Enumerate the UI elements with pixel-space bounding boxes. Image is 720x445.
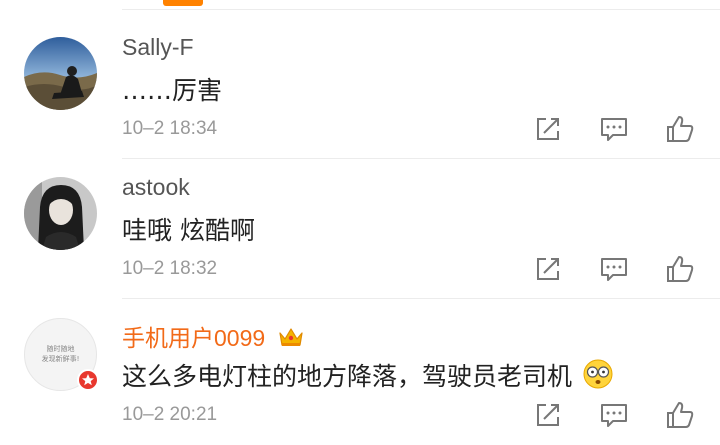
like-icon[interactable] — [665, 400, 695, 430]
reply-icon[interactable] — [599, 400, 629, 430]
comment-timestamp: 10–2 20:21 — [122, 404, 218, 425]
crown-icon — [278, 326, 304, 354]
comment-text: 这么多电灯柱的地方降落，驾驶员老司机 — [122, 357, 614, 396]
verified-badge-icon — [77, 369, 99, 391]
comment-item: 随时随地 发现新鲜事! 手机用户0099 这么多电灯柱的地方降落，驾驶员老司机 — [0, 0, 720, 445]
comment-text-content: 这么多电灯柱的地方降落，驾驶员老司机 — [122, 362, 573, 391]
svg-text:发现新鲜事!: 发现新鲜事! — [42, 354, 80, 363]
share-icon[interactable] — [533, 400, 563, 430]
svg-text:随时随地: 随时随地 — [47, 344, 75, 353]
comment-username-text: 手机用户0099 — [122, 325, 266, 351]
shocked-face-icon — [582, 358, 614, 396]
comment-username[interactable]: 手机用户0099 — [122, 319, 304, 354]
